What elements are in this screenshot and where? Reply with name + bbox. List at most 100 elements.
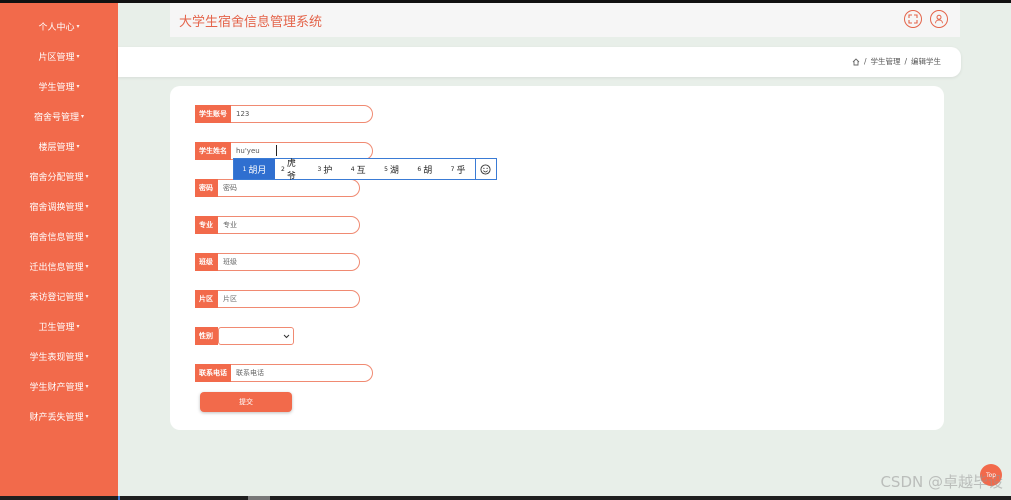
- chevron-down-icon: ▾: [76, 142, 80, 150]
- header: 大学生宿舍信息管理系统: [170, 3, 960, 37]
- ime-candidate[interactable]: 2 虎爷: [275, 159, 308, 182]
- chevron-down-icon: ▾: [76, 22, 80, 30]
- ime-candidate-text: 胡: [423, 165, 433, 176]
- app-title: 大学生宿舍信息管理系统: [179, 15, 323, 30]
- user-icon[interactable]: [930, 10, 948, 28]
- breadcrumb: / 学生管理 / 编辑学生: [852, 56, 941, 67]
- breadcrumb-item-students[interactable]: 学生管理: [870, 56, 900, 67]
- ime-candidate[interactable]: 1 胡月: [234, 159, 276, 179]
- sidebar-item-label: 楼层管理: [38, 142, 75, 153]
- account-label: 学生账号: [195, 105, 231, 123]
- text-cursor-icon: [276, 145, 277, 156]
- chevron-down-icon: ▾: [76, 322, 80, 330]
- watermark: CSDN @卓越毕设: [880, 473, 1003, 491]
- fullscreen-icon[interactable]: [904, 10, 922, 28]
- sidebar-item-hygiene[interactable]: 卫生管理 ▾: [0, 313, 118, 339]
- bottom-edge-marker: [248, 496, 270, 500]
- sidebar-item-label: 卫生管理: [38, 322, 75, 333]
- sidebar-item-label: 宿舍信息管理: [29, 232, 84, 243]
- chevron-down-icon: ▾: [85, 382, 89, 390]
- breadcrumb-separator: /: [863, 57, 867, 66]
- sidebar-item-students[interactable]: 学生管理 ▾: [0, 73, 118, 99]
- chevron-down-icon: ▾: [76, 82, 80, 90]
- breadcrumb-bar: / 学生管理 / 编辑学生: [118, 47, 961, 77]
- chevron-down-icon: ▾: [85, 172, 89, 180]
- phone-input[interactable]: [231, 364, 373, 382]
- sidebar-item-dorm-info[interactable]: 宿舍信息管理 ▾: [0, 223, 118, 249]
- breadcrumb-item-edit-student: 编辑学生: [911, 57, 941, 66]
- name-label: 学生姓名: [195, 142, 231, 160]
- ime-candidate-number: 1: [242, 165, 247, 173]
- class-label: 班级: [195, 253, 218, 271]
- chevron-down-icon: ▾: [81, 112, 85, 120]
- ime-candidate-popup: 1 胡月 2 虎爷 3护 4互 5湖 6胡 7乎: [233, 158, 497, 182]
- ime-candidate[interactable]: 7乎: [441, 159, 474, 179]
- sidebar-item-dorm-swap[interactable]: 宿舍调换管理 ▾: [0, 193, 118, 219]
- sidebar-item-label: 宿舍号管理: [33, 112, 79, 123]
- phone-label: 联系电话: [195, 364, 231, 382]
- ime-candidate-number: 4: [350, 165, 355, 173]
- ime-candidate-number: 3: [317, 165, 322, 173]
- chevron-down-icon: ▾: [85, 202, 89, 210]
- sidebar-item-property[interactable]: 学生财产管理 ▾: [0, 373, 118, 399]
- ime-candidate-number: 2: [281, 165, 285, 173]
- ime-candidate-number: 5: [384, 165, 388, 173]
- sidebar-item-performance[interactable]: 学生表现管理 ▾: [0, 343, 118, 369]
- chevron-down-icon: [283, 334, 290, 339]
- sidebar-item-label: 学生管理: [38, 82, 75, 93]
- ime-candidate-text: 胡月: [248, 165, 267, 176]
- ime-candidate-number: 7: [450, 165, 455, 173]
- sidebar-item-move-out[interactable]: 迁出信息管理 ▾: [0, 253, 118, 279]
- major-label: 专业: [195, 216, 218, 234]
- ime-candidate-text: 护: [323, 165, 333, 176]
- ime-candidate-text: 互: [356, 165, 366, 176]
- chevron-down-icon: ▾: [85, 412, 89, 420]
- sidebar-item-label: 来访登记管理: [29, 292, 84, 303]
- sidebar-item-visitor[interactable]: 来访登记管理 ▾: [0, 283, 118, 309]
- ime-candidate-text: 虎爷: [286, 159, 296, 182]
- sidebar-item-label: 财产丢失管理: [29, 412, 84, 423]
- ime-candidate[interactable]: 4互: [342, 159, 375, 179]
- sidebar-item-label: 学生表现管理: [29, 352, 84, 363]
- sidebar-item-label: 个人中心: [38, 22, 75, 33]
- chevron-down-icon: ▾: [85, 232, 89, 240]
- gender-label: 性别: [195, 327, 218, 345]
- account-input[interactable]: [231, 105, 373, 123]
- sidebar: 个人中心 ▾ 片区管理 ▾ 学生管理 ▾ 宿舍号管理 ▾ 楼层管理 ▾ 宿舍分配管理 ▾ 宿…: [0, 3, 118, 496]
- password-label: 密码: [195, 179, 218, 197]
- user-glyph: [935, 14, 943, 24]
- home-icon[interactable]: [852, 57, 860, 66]
- smiley-glyph: [480, 163, 491, 175]
- sidebar-item-label: 迁出信息管理: [29, 262, 84, 273]
- window-bottom-edge: [0, 496, 1011, 500]
- ime-candidate-text: 乎: [456, 165, 466, 176]
- chevron-down-icon: ▾: [85, 292, 89, 300]
- sidebar-item-personal-center[interactable]: 个人中心 ▾: [0, 13, 118, 39]
- gender-select[interactable]: [218, 327, 294, 345]
- sidebar-item-property-loss[interactable]: 财产丢失管理 ▾: [0, 403, 118, 429]
- sidebar-item-floor[interactable]: 楼层管理 ▾: [0, 133, 118, 159]
- sidebar-item-dorm-allocation[interactable]: 宿舍分配管理 ▾: [0, 163, 118, 189]
- sidebar-item-dorm-number[interactable]: 宿舍号管理 ▾: [0, 103, 118, 129]
- sidebar-item-label: 宿舍调换管理: [29, 202, 84, 213]
- sidebar-item-label: 学生财产管理: [29, 382, 84, 393]
- chevron-down-icon: ▾: [85, 352, 89, 360]
- area-input[interactable]: [218, 290, 360, 308]
- ime-candidate-text: 湖: [389, 165, 399, 176]
- ime-candidate[interactable]: 6胡: [408, 159, 441, 179]
- ime-candidate[interactable]: 3护: [308, 159, 341, 179]
- sidebar-item-area[interactable]: 片区管理 ▾: [0, 43, 118, 69]
- class-input[interactable]: [218, 253, 360, 271]
- ime-candidate-number: 6: [417, 165, 422, 173]
- ime-candidate[interactable]: 5湖: [375, 159, 408, 179]
- emoji-icon[interactable]: [474, 159, 496, 179]
- major-input[interactable]: [218, 216, 360, 234]
- chevron-down-icon: ▾: [85, 262, 89, 270]
- breadcrumb-separator: /: [904, 57, 907, 66]
- chevron-down-icon: ▾: [76, 52, 80, 60]
- area-label: 片区: [195, 290, 218, 308]
- sidebar-item-label: 宿舍分配管理: [29, 172, 84, 183]
- submit-button[interactable]: 提交: [200, 392, 292, 412]
- bottom-edge-marker: [118, 496, 120, 500]
- sidebar-item-label: 片区管理: [38, 52, 75, 63]
